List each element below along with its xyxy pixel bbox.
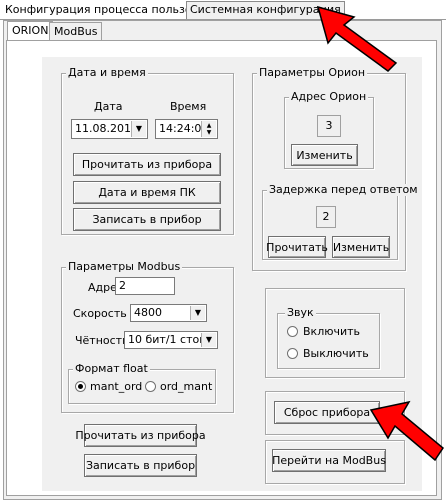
modbus-params-title: Параметры Modbus [66,260,183,273]
date-label: Дата [94,100,123,113]
float-ord-mant-radio[interactable] [145,381,156,392]
sound-on-label: Включить [303,325,361,338]
sound-title: Звук [285,306,316,319]
arrow-bottom-icon [369,400,444,462]
modbus-speed-label: Скорость [73,307,127,320]
sound-off-radio[interactable] [287,348,298,359]
float-format-title: Формат float [73,362,150,375]
datetime-read-button[interactable]: Прочитать из прибора [73,153,221,176]
modbus-read-button[interactable]: Прочитать из прибора [75,424,206,447]
arrow-annotation-bottom [369,400,444,462]
chevron-down-icon[interactable]: ▼ [131,121,146,137]
orion-address-title: Адрес Орион [289,90,369,103]
orion-delay-read-button[interactable]: Прочитать [266,236,328,258]
datetime-group-title: Дата и время [66,66,148,79]
modbus-parity-select[interactable]: 10 бит/1 стоп ▼ [124,331,218,349]
arrow-annotation-top [316,5,398,72]
datetime-pc-button[interactable]: Дата и время ПК [73,181,221,204]
sound-on-radio[interactable] [287,326,298,337]
spinner-icon[interactable]: ▲ ▼ [201,121,216,137]
tab-modbus[interactable]: ModBus [49,22,103,40]
modbus-speed-select[interactable]: 4800 ▼ [130,304,207,322]
orion-delay-change-button[interactable]: Изменить [332,236,390,258]
arrow-top-icon [316,5,398,72]
sound-group [277,313,380,369]
float-mant-ord-radio[interactable] [75,381,86,392]
modbus-parity-label: Чётность [75,334,129,347]
modbus-address-input[interactable]: 2 [115,277,175,295]
float-ord-mant-label: ord_mant [160,380,213,393]
chevron-down-icon[interactable]: ▼ [201,333,216,347]
orion-address-change-button[interactable]: Изменить [291,144,358,166]
modbus-write-button[interactable]: Записать в прибор [84,454,197,477]
orion-delay-title: Задержка перед ответом [267,183,420,196]
tab-orion[interactable]: ORION [7,21,54,41]
sound-off-label: Выключить [303,347,369,360]
date-picker[interactable]: 11.08.2015 ▼ [71,119,148,139]
orion-delay-value: 2 [316,206,336,228]
datetime-write-button[interactable]: Записать в прибор [73,208,221,231]
modbus-parity-value: 10 бит/1 стоп [128,333,207,346]
date-value: 11.08.2015 [75,122,138,135]
modbus-speed-value: 4800 [134,306,162,319]
time-picker[interactable]: 14:24:00 ▲ ▼ [155,119,218,139]
float-mant-ord-label: mant_ord [90,380,143,393]
chevron-down-icon[interactable]: ▼ [190,306,205,320]
orion-address-value: 3 [317,115,341,137]
time-label: Время [170,100,207,113]
reset-device-button[interactable]: Сброс прибора [274,401,380,424]
